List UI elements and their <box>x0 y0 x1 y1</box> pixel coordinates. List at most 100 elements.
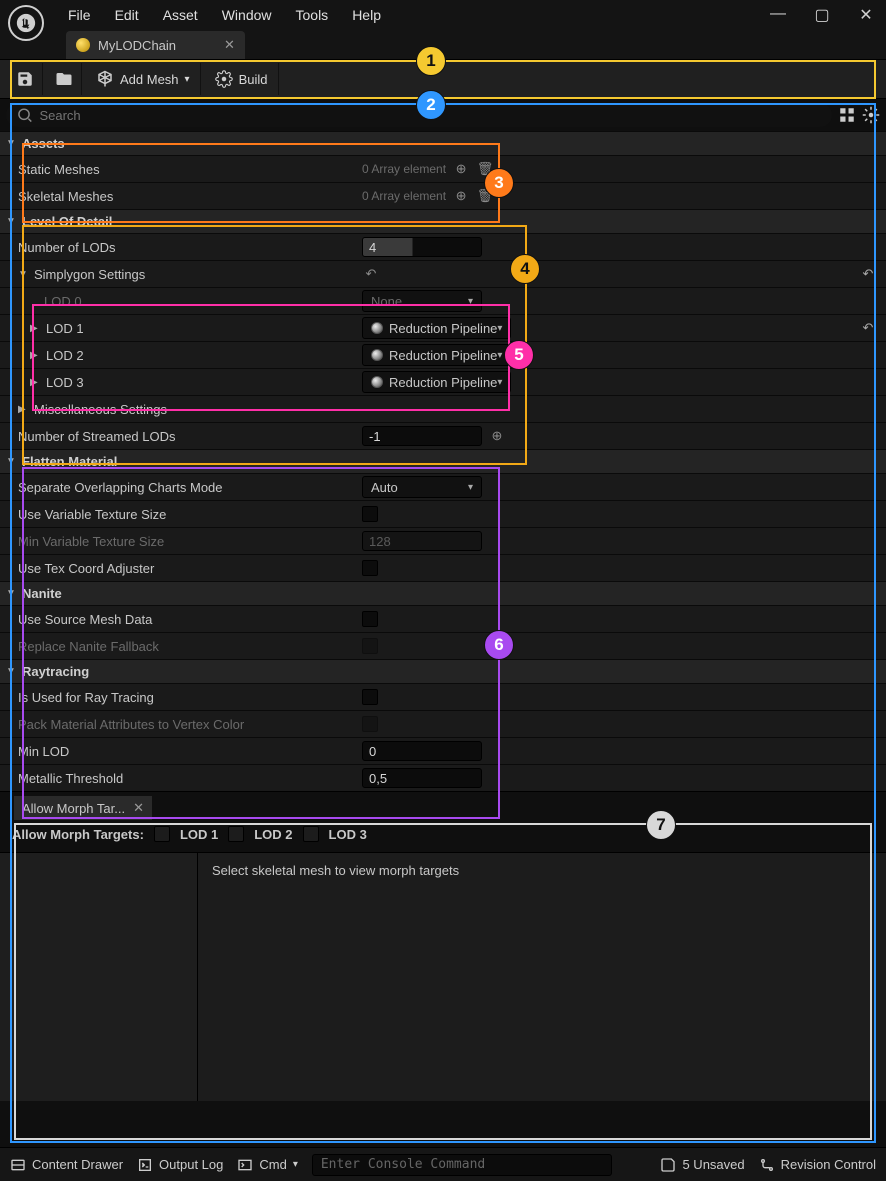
array-count: 0 Array element <box>362 162 446 176</box>
row-num-lods: Number of LODs 4 <box>0 233 886 260</box>
content-drawer-button[interactable]: Content Drawer <box>10 1157 123 1173</box>
annotation-badge-6: 6 <box>484 630 514 660</box>
reset-icon[interactable]: ↶ <box>863 266 874 282</box>
row-skeletal-meshes: Skeletal Meshes 0 Array element ⊕ 🗑 <box>0 182 886 209</box>
search-icon <box>16 106 33 124</box>
morph-lod3-checkbox[interactable] <box>303 826 319 842</box>
tab-label: MyLODChain <box>98 38 176 53</box>
annotation-badge-2: 2 <box>416 90 446 120</box>
tab-mylodchain[interactable]: MyLODChain ✕ <box>66 31 245 59</box>
metallic-threshold-input[interactable]: 0,5 <box>362 768 482 788</box>
use-tex-coord-checkbox[interactable] <box>362 560 378 576</box>
lod3-pipeline-dropdown[interactable]: Reduction Pipeline▾ <box>362 371 511 393</box>
gear-icon[interactable] <box>862 106 880 124</box>
chevron-down-icon[interactable]: ▼ <box>6 456 18 467</box>
section-nanite[interactable]: ▼Nanite <box>0 581 886 605</box>
min-variable-texture-input[interactable]: 128 <box>362 531 482 551</box>
section-lod[interactable]: ▼Level Of Detail <box>0 209 886 233</box>
menu-edit[interactable]: Edit <box>115 7 139 23</box>
tab-close-icon[interactable]: ✕ <box>133 800 144 816</box>
build-label: Build <box>239 72 268 87</box>
chevron-right-icon[interactable]: ▶ <box>30 323 42 334</box>
lod1-pipeline-dropdown[interactable]: Reduction Pipeline▾ <box>362 317 511 339</box>
array-count: 0 Array element <box>362 189 446 203</box>
browse-button[interactable] <box>47 63 82 95</box>
details-panel: ▼Assets Static Meshes 0 Array element ⊕ … <box>0 131 886 791</box>
morph-list <box>0 853 198 1101</box>
chevron-right-icon[interactable]: ▶ <box>30 377 42 388</box>
row-lod1: ▶LOD 1 Reduction Pipeline▾ ↶ <box>0 314 886 341</box>
chevron-down-icon[interactable]: ▼ <box>6 216 18 227</box>
chevron-right-icon[interactable]: ▶ <box>18 404 30 415</box>
unreal-logo <box>8 5 44 41</box>
save-button[interactable] <box>8 63 43 95</box>
annotation-badge-3: 3 <box>484 168 514 198</box>
maximize-button[interactable]: ▢ <box>810 5 834 25</box>
menu-window[interactable]: Window <box>222 7 272 23</box>
morph-tab[interactable]: Allow Morph Tar...✕ <box>14 796 152 820</box>
row-lod3: ▶LOD 3 Reduction Pipeline▾ <box>0 368 886 395</box>
console-input[interactable]: Enter Console Command <box>312 1154 612 1176</box>
use-variable-texture-checkbox[interactable] <box>362 506 378 522</box>
chevron-down-icon[interactable]: ▼ <box>6 588 18 599</box>
annotation-badge-7: 7 <box>646 810 676 840</box>
raytracing-checkbox[interactable] <box>362 689 378 705</box>
morph-message: Select skeletal mesh to view morph targe… <box>198 853 886 1101</box>
use-source-mesh-checkbox[interactable] <box>362 611 378 627</box>
morph-header: Allow Morph Targets: LOD 1 LOD 2 LOD 3 <box>0 820 886 853</box>
chevron-down-icon[interactable]: ▼ <box>18 269 30 280</box>
min-lod-input[interactable]: 0 <box>362 741 482 761</box>
overlap-mode-dropdown[interactable]: Auto▾ <box>362 476 482 498</box>
chevron-down-icon: ▾ <box>468 296 473 307</box>
chevron-down-icon: ▾ <box>468 482 473 493</box>
output-log-button[interactable]: Output Log <box>137 1157 223 1173</box>
chevron-right-icon[interactable]: ▶ <box>30 350 42 361</box>
section-assets[interactable]: ▼Assets <box>0 131 886 155</box>
menu-help[interactable]: Help <box>352 7 381 23</box>
section-flatten[interactable]: ▼Flatten Material <box>0 449 886 473</box>
section-raytracing[interactable]: ▼Raytracing <box>0 659 886 683</box>
chevron-down-icon[interactable]: ▼ <box>6 666 18 677</box>
cmd-dropdown[interactable]: Cmd▾ <box>237 1157 297 1173</box>
chevron-down-icon: ▾ <box>293 1159 298 1170</box>
row-simplygon: ▼Simplygon Settings ↶ ↶ <box>0 260 886 287</box>
build-button[interactable]: Build <box>205 63 279 95</box>
tab-close-icon[interactable]: ✕ <box>224 37 235 53</box>
add-mesh-label: Add Mesh <box>120 72 179 87</box>
menu-asset[interactable]: Asset <box>163 7 198 23</box>
lod2-pipeline-dropdown[interactable]: Reduction Pipeline▾ <box>362 344 511 366</box>
reset-icon[interactable]: ↶ <box>863 320 874 336</box>
row-static-meshes: Static Meshes 0 Array element ⊕ 🗑 <box>0 155 886 182</box>
row-misc: ▶Miscellaneous Settings <box>0 395 886 422</box>
add-element-icon[interactable]: ⊕ <box>452 160 470 178</box>
add-icon[interactable]: ⊕ <box>488 427 506 445</box>
pack-material-checkbox <box>362 716 378 732</box>
streamed-lods-input[interactable]: -1 <box>362 426 482 446</box>
unsaved-button[interactable]: 5 Unsaved <box>660 1157 744 1173</box>
asset-icon <box>76 38 90 52</box>
row-lod2: ▶LOD 2 Reduction Pipeline▾ <box>0 341 886 368</box>
minimize-button[interactable]: — <box>766 5 790 25</box>
chevron-down-icon[interactable]: ▼ <box>6 138 18 149</box>
pipeline-icon <box>371 349 383 361</box>
row-lod0: LOD 0 None▾ <box>0 287 886 314</box>
menu-tools[interactable]: Tools <box>296 7 329 23</box>
close-button[interactable]: ✕ <box>854 5 878 25</box>
morph-lod1-checkbox[interactable] <box>154 826 170 842</box>
lod0-pipeline-dropdown[interactable]: None▾ <box>362 290 482 312</box>
pipeline-icon <box>371 322 383 334</box>
num-lods-input[interactable]: 4 <box>362 237 482 257</box>
grid-view-icon[interactable] <box>838 106 856 124</box>
annotation-badge-5: 5 <box>504 340 534 370</box>
window-controls: — ▢ ✕ <box>766 5 878 25</box>
add-mesh-button[interactable]: Add Mesh ▾ <box>86 63 201 95</box>
reset-icon[interactable]: ↶ <box>362 265 380 283</box>
menu-file[interactable]: File <box>68 7 91 23</box>
add-element-icon[interactable]: ⊕ <box>452 187 470 205</box>
chevron-down-icon: ▾ <box>185 74 190 85</box>
row-streamed-lods: Number of Streamed LODs -1⊕ <box>0 422 886 449</box>
revision-control-button[interactable]: Revision Control <box>759 1157 876 1173</box>
pipeline-icon <box>371 376 383 388</box>
morph-lod2-checkbox[interactable] <box>228 826 244 842</box>
status-bar: Content Drawer Output Log Cmd▾ Enter Con… <box>0 1147 886 1181</box>
